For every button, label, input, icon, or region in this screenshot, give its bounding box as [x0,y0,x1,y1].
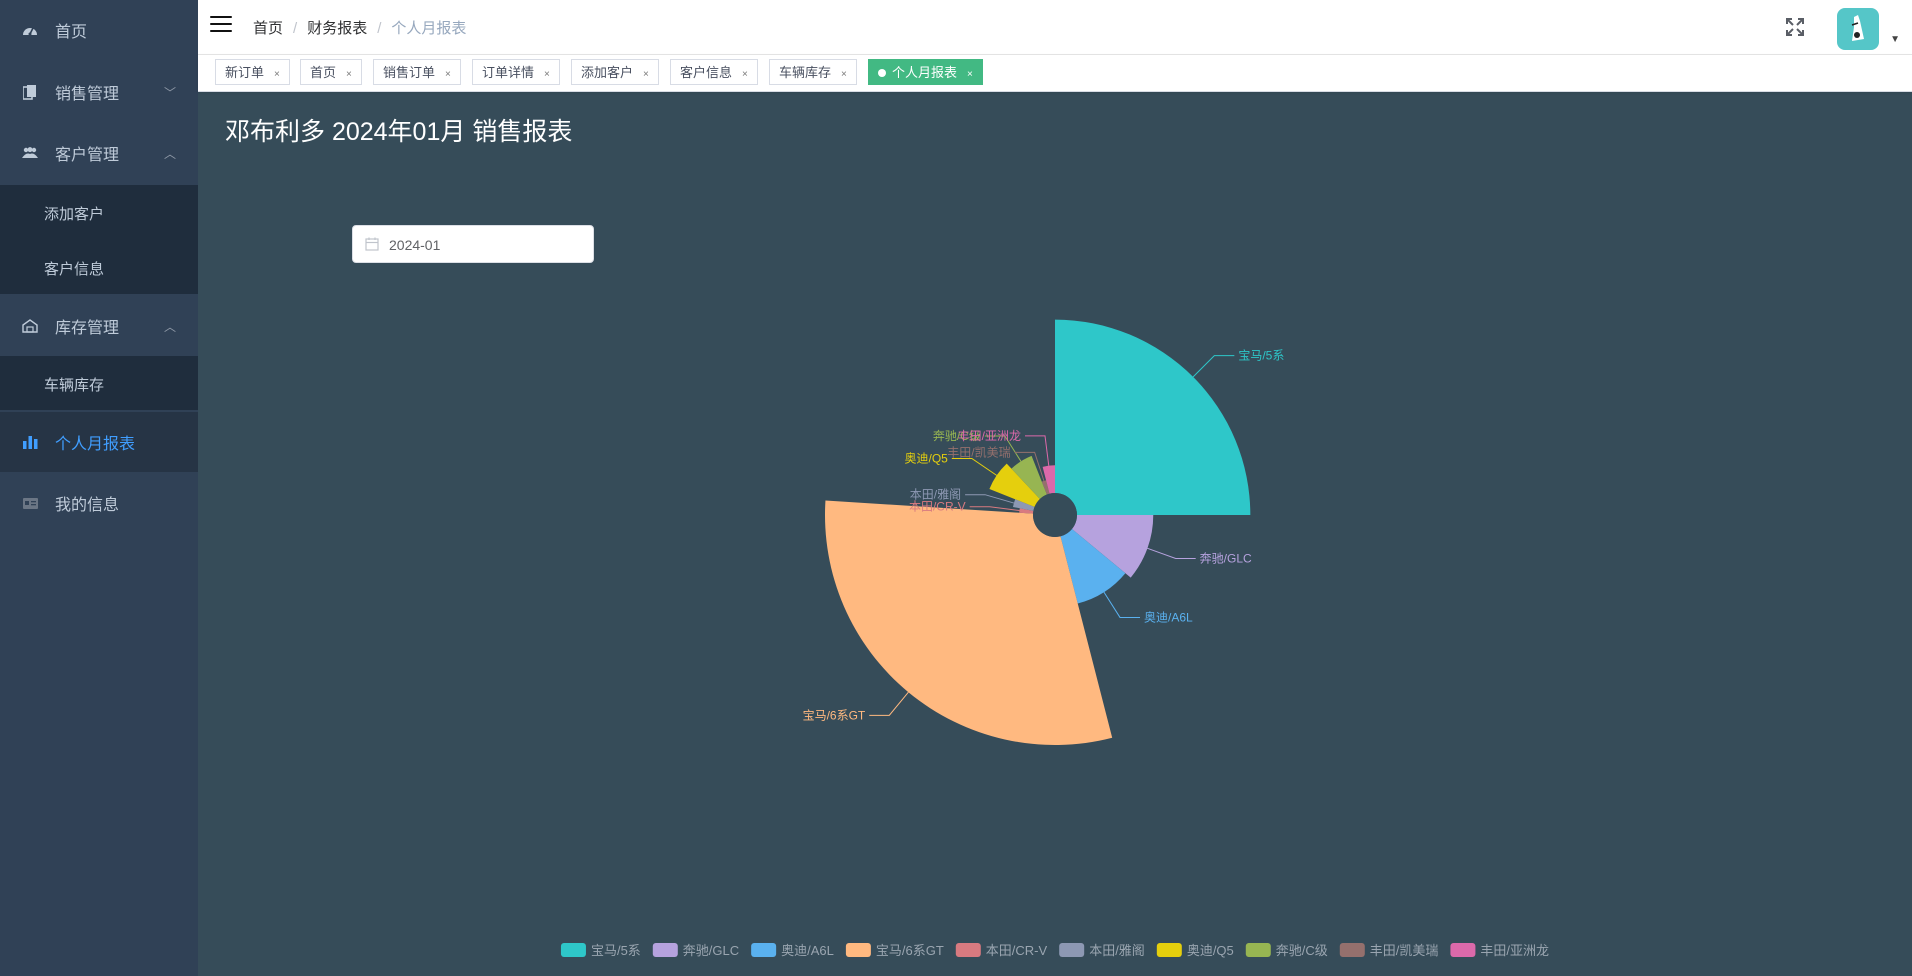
legend-label: 奥迪/Q5 [1187,943,1234,958]
label-leader-line [869,691,909,716]
legend-label: 奥迪/A6L [781,943,834,958]
legend-swatch [1450,943,1476,957]
legend-swatch [560,943,586,957]
slice-label: 丰田/亚洲龙 [958,429,1021,443]
legend-item[interactable]: 丰田/亚洲龙 [1450,943,1549,958]
slice-label: 本田/雅阁 [910,487,961,502]
legend-label: 本田/CR-V [986,943,1048,958]
legend-item[interactable]: 奥迪/A6L [751,943,834,958]
legend-item[interactable]: 宝马/5系 [560,943,641,958]
legend-item[interactable]: 奔驰/GLC [652,943,739,958]
label-leader-line [951,457,997,476]
legend-swatch [652,943,678,957]
month-picker[interactable] [352,225,594,264]
legend-label: 丰田/凯美瑞 [1370,943,1439,958]
slice-label: 本田/CR-V [909,500,966,514]
legend-label: 宝马/5系 [591,943,641,958]
legend-item[interactable]: 本田/CR-V [955,943,1048,958]
legend-swatch [845,943,871,957]
slice-label: 宝马/6系GT [803,708,866,722]
rose-slice[interactable] [1055,319,1251,515]
legend-item[interactable]: 奥迪/Q5 [1156,943,1234,958]
legend-item[interactable]: 宝马/6系GT [845,943,944,958]
month-input[interactable] [387,226,581,264]
legend-label: 本田/雅阁 [1089,943,1145,958]
slice-label: 丰田/凯美瑞 [947,445,1010,459]
label-leader-line [1147,547,1196,559]
legend-label: 丰田/亚洲龙 [1480,943,1549,958]
slice-label: 奥迪/Q5 [905,451,949,465]
slice-label: 宝马/5系 [1238,349,1284,363]
slice-label: 奔驰/GLC [1200,551,1252,565]
legend-item[interactable]: 丰田/凯美瑞 [1339,943,1439,958]
label-leader-line [1103,591,1141,618]
calendar-icon [365,237,379,251]
label-leader-line [1192,355,1235,378]
legend-item[interactable]: 本田/雅阁 [1059,943,1145,958]
label-leader-line [969,506,1020,512]
slice-label: 奥迪/A6L [1144,610,1193,624]
legend-swatch [955,943,981,957]
legend-swatch [751,943,777,957]
legend-item[interactable]: 奔驰/C级 [1245,943,1328,958]
legend-swatch [1156,943,1182,957]
legend-label: 奔驰/C级 [1276,943,1328,958]
legend-swatch [1245,943,1271,957]
chart-center [1033,493,1077,537]
page-title: 邓布利多 2024年01月 销售报表 [225,118,573,146]
legend-label: 宝马/6系GT [876,943,944,958]
legend-swatch [1339,943,1365,957]
legend-label: 奔驰/GLC [683,943,739,958]
legend-swatch [1059,943,1085,957]
label-leader-line [965,494,1015,504]
